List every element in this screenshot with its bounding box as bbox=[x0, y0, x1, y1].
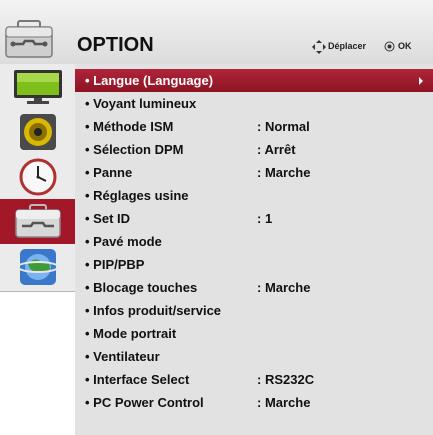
menu-item-value: : Normal bbox=[257, 119, 310, 134]
menu-item-ism-method[interactable]: • Méthode ISM : Normal bbox=[75, 115, 433, 138]
menu-item-set-id[interactable]: • Set ID : 1 bbox=[75, 207, 433, 230]
tab-network[interactable] bbox=[0, 244, 75, 289]
menu-item-value: : Arrêt bbox=[257, 142, 296, 157]
menu-item-label: • Réglages usine bbox=[85, 188, 189, 203]
directional-pad-icon bbox=[312, 40, 326, 54]
menu-item-fan[interactable]: • Ventilateur bbox=[75, 345, 433, 368]
menu-item-interface-select[interactable]: • Interface Select : RS232C bbox=[75, 368, 433, 391]
menu-item-product-info[interactable]: • Infos produit/service bbox=[75, 299, 433, 322]
menu-item-label: • Sélection DPM bbox=[85, 142, 184, 157]
menu-item-value: : 1 bbox=[257, 211, 273, 226]
clock-icon bbox=[19, 158, 56, 195]
menu-item-label: • Langue (Language) bbox=[85, 73, 214, 88]
option-menu-screen: OPTION Déplacer OK • Langue (Language) •… bbox=[0, 0, 433, 435]
speaker-icon bbox=[19, 113, 56, 150]
move-hint-label: Déplacer bbox=[328, 41, 367, 51]
monitor-icon bbox=[13, 69, 62, 104]
tab-option[interactable] bbox=[0, 199, 75, 244]
menu-item-label: • PC Power Control bbox=[85, 395, 204, 410]
menu-item-label: • Ventilateur bbox=[85, 349, 160, 364]
tab-picture[interactable] bbox=[0, 64, 75, 109]
menu-item-label: • Blocage touches bbox=[85, 280, 198, 295]
menu-item-label: • PIP/PBP bbox=[85, 257, 145, 272]
page-title: OPTION bbox=[77, 34, 154, 56]
header-bar: OPTION Déplacer OK bbox=[0, 0, 433, 65]
menu-item-dpm-select[interactable]: • Sélection DPM : Arrêt bbox=[75, 138, 433, 161]
menu-item-label: • Panne bbox=[85, 165, 133, 180]
menu-item-label: • Pavé mode bbox=[85, 234, 162, 249]
toolbox-icon bbox=[5, 20, 53, 58]
ok-hint-label: OK bbox=[398, 41, 412, 51]
menu-item-tile-mode[interactable]: • Pavé mode bbox=[75, 230, 433, 253]
menu-item-label: • Méthode ISM bbox=[85, 119, 174, 134]
menu-item-pc-power-control[interactable]: • PC Power Control : Marche bbox=[75, 391, 433, 414]
tab-audio[interactable] bbox=[0, 109, 75, 154]
menu-item-power-indicator[interactable]: • Voyant lumineux bbox=[75, 92, 433, 115]
nav-hint: Déplacer OK bbox=[312, 40, 430, 56]
tab-time[interactable] bbox=[0, 154, 75, 199]
sidebar-tabs bbox=[0, 64, 76, 292]
menu-item-value: : RS232C bbox=[257, 372, 315, 387]
menu-item-pip-pbp[interactable]: • PIP/PBP bbox=[75, 253, 433, 276]
menu-item-label: • Voyant lumineux bbox=[85, 96, 197, 111]
menu-item-value: : Marche bbox=[257, 395, 311, 410]
option-menu-list: • Langue (Language) • Voyant lumineux • … bbox=[75, 64, 433, 435]
menu-item-key-lock[interactable]: • Blocage touches : Marche bbox=[75, 276, 433, 299]
menu-item-label: • Mode portrait bbox=[85, 326, 177, 341]
menu-item-language[interactable]: • Langue (Language) bbox=[75, 69, 433, 92]
menu-item-label: • Infos produit/service bbox=[85, 303, 222, 318]
menu-item-value: : Marche bbox=[257, 165, 311, 180]
menu-item-label: • Set ID bbox=[85, 211, 131, 226]
globe-icon bbox=[16, 248, 59, 285]
menu-item-value: : Marche bbox=[257, 280, 311, 295]
menu-item-factory-reset[interactable]: • Réglages usine bbox=[75, 184, 433, 207]
menu-item-portrait-mode[interactable]: • Mode portrait bbox=[75, 322, 433, 345]
menu-item-label: • Interface Select bbox=[85, 372, 190, 387]
menu-item-fail-over[interactable]: • Panne : Marche bbox=[75, 161, 433, 184]
toolbox-icon bbox=[14, 203, 61, 238]
ok-button-icon bbox=[384, 41, 395, 52]
chevron-right-icon bbox=[419, 77, 423, 85]
